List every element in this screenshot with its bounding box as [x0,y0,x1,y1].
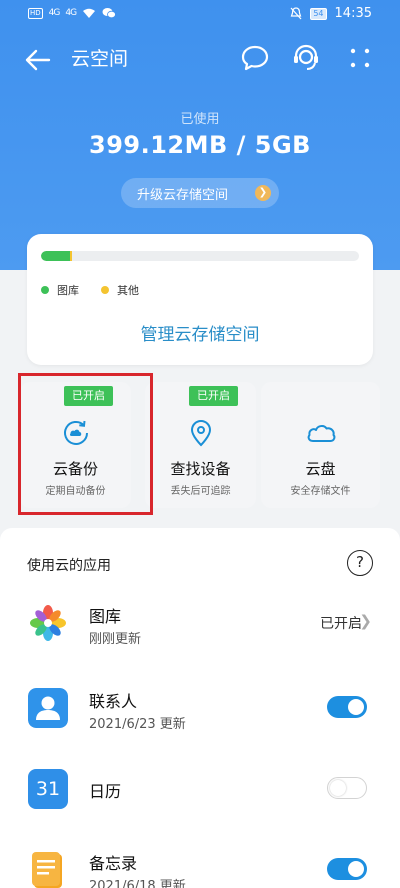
hd-indicator: HD [28,7,43,19]
status-bar: HD 4G 4G 54 14:35 [0,0,400,30]
tile-name: 云盘 [305,460,336,478]
app-status: 已开启 [320,616,362,632]
location-pin-icon [190,419,211,447]
page-title: 云空间 [71,48,129,70]
help-icon[interactable]: ? [347,550,373,576]
storage-bar-other [70,251,72,261]
calendar-sync-toggle[interactable] [327,777,367,799]
enabled-badge: 已开启 [189,386,238,406]
back-arrow-icon[interactable] [24,46,52,74]
cloud-icon [307,425,335,442]
storage-card: 图库 其他 管理云存储空间 [27,234,373,365]
app-row-calendar[interactable]: 31 日历 [0,759,400,819]
upgrade-storage-button[interactable]: 升级云存储空间 ❯ [121,178,279,208]
tile-description: 丢失后可追踪 [170,486,231,497]
signal-sim1-icon: 4G [48,8,61,18]
customer-service-icon[interactable] [291,43,321,73]
app-name: 联系人 [89,692,138,711]
app-bar: 云空间 [0,34,400,84]
legend-dot-gallery [41,286,49,294]
storage-usage-bar [41,251,359,261]
contacts-sync-toggle[interactable] [327,696,367,718]
legend-item-other: 其他 [101,282,139,298]
upgrade-storage-label: 升级云存储空间 [137,187,229,203]
legend-label-gallery: 图库 [57,284,79,297]
wifi-icon [83,8,96,18]
toggle-knob [348,699,364,715]
highlight-box [18,373,153,515]
chevron-right-icon: ❯ [359,612,372,630]
calendar-icon: 31 [28,769,68,809]
legend-dot-other [101,286,109,294]
usage-label: 已使用 [180,112,220,127]
usage-value: 399.12MB / 5GB [89,131,311,159]
toggle-knob [330,780,346,796]
tile-cloud-drive[interactable]: 云盘 安全存储文件 [261,382,380,508]
notes-sync-toggle[interactable] [327,858,367,880]
app-subtitle: 2021/6/18 更新 [89,879,186,888]
notes-icon [32,852,62,888]
chevron-right-icon: ❯ [255,185,271,201]
gallery-flower-icon [30,605,66,641]
more-options-icon[interactable] [345,43,375,73]
storage-bar-gallery [41,251,70,261]
tile-find-device[interactable]: 已开启 查找设备 丢失后可追踪 [145,382,256,508]
tile-description: 安全存储文件 [290,486,351,497]
app-row-notes[interactable]: 备忘录 2021/6/18 更新 [0,840,400,888]
mute-bell-icon [290,7,302,20]
section-title: 使用云的应用 [27,558,111,574]
signal-sim2-icon: 4G [65,8,77,18]
app-name: 图库 [89,607,122,626]
message-icon[interactable] [240,43,270,73]
toggle-knob [348,861,364,877]
battery-icon: 54 [310,7,327,20]
app-name: 日历 [89,782,122,801]
legend-label-other: 其他 [117,284,139,297]
tile-name: 查找设备 [170,460,231,478]
app-row-contacts[interactable]: 联系人 2021/6/23 更新 [0,678,400,738]
wechat-icon [102,8,116,19]
app-subtitle: 刚刚更新 [89,632,142,647]
app-row-gallery[interactable]: 图库 刚刚更新 已开启 ❯ [0,593,400,653]
contacts-icon [28,688,68,728]
legend-item-gallery: 图库 [41,282,79,298]
app-name: 备忘录 [89,854,138,873]
app-subtitle: 2021/6/23 更新 [89,717,186,732]
manage-storage-link[interactable]: 管理云存储空间 [27,320,373,345]
cloud-apps-section: 使用云的应用 ? 图库 刚刚更新 已开启 ❯ 联系人 2021/6/23 更新 … [0,528,400,888]
status-time: 14:35 [334,6,372,21]
storage-legend: 图库 其他 [41,282,139,298]
